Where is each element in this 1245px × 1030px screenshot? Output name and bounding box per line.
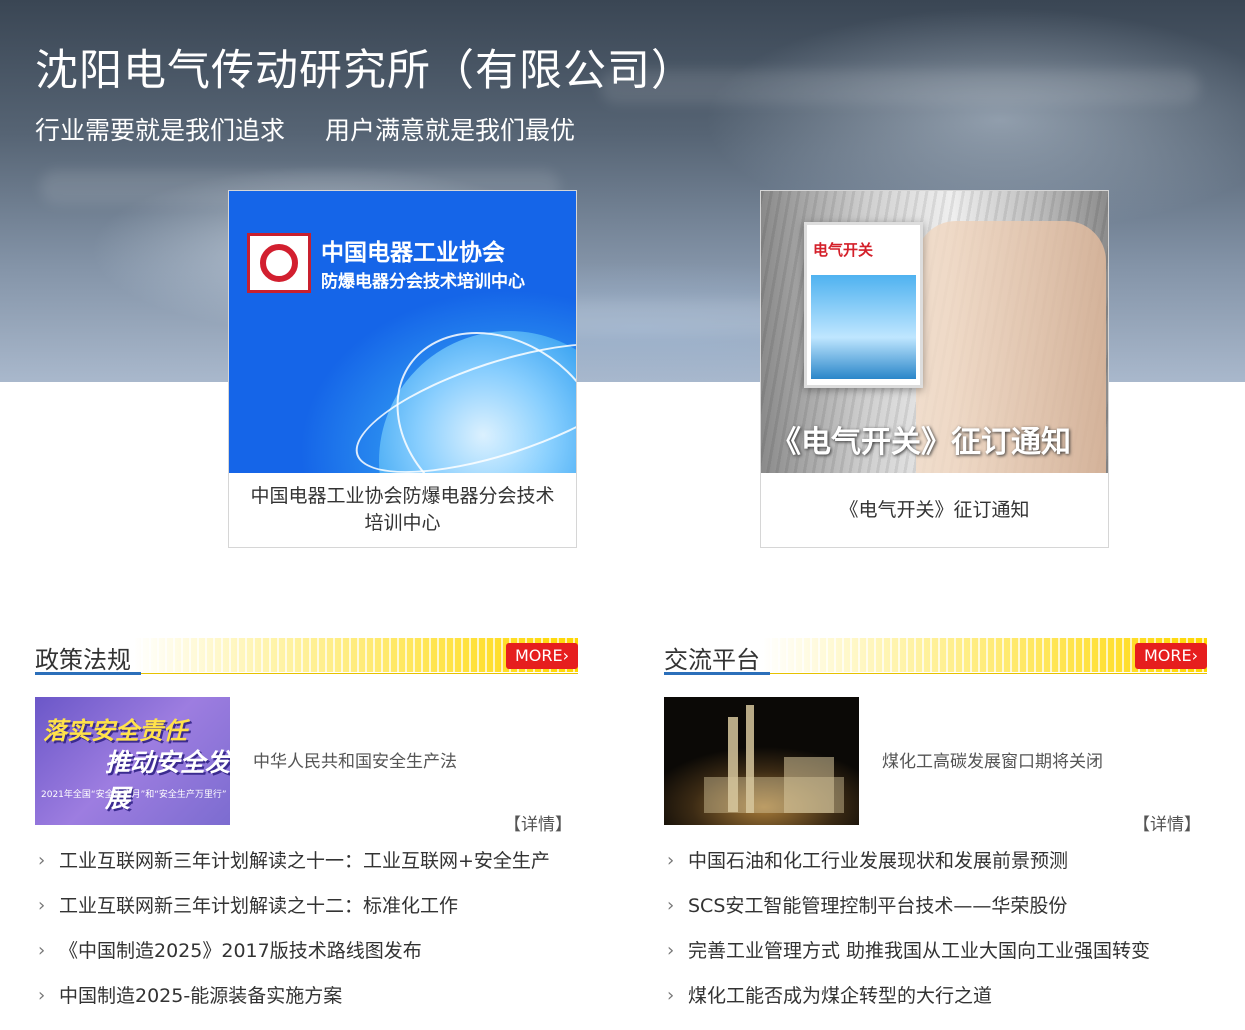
chevron-right-icon: › xyxy=(38,985,46,1006)
site-title: 沈阳电气传动研究所（有限公司） xyxy=(35,46,695,96)
slogan-right: 用户满意就是我们最优 xyxy=(324,116,575,145)
section-header: 政策法规 MORE› xyxy=(35,636,578,676)
image-text-line1: 中国电器工业协会 xyxy=(321,240,505,266)
more-button[interactable]: MORE› xyxy=(1135,643,1207,669)
slogan-left: 行业需要就是我们追求 xyxy=(35,116,286,145)
list-item-title[interactable]: SCS安工智能管理控制平台技术——华荣股份 xyxy=(688,895,1067,917)
image-notice-text: 《电气开关》征订通知 xyxy=(771,425,1071,460)
list-item-title[interactable]: 中国制造2025-能源装备实施方案 xyxy=(59,985,342,1007)
section-header: 交流平台 MORE› xyxy=(664,636,1207,676)
policy-section: 政策法规 MORE› 落实安全责任 推动安全发展 2021年全国“安全生产月”和… xyxy=(35,636,578,1025)
article-list: › 工业互联网新三年计划解读之十一：工业互联网+安全生产 › 工业互联网新三年计划解… xyxy=(35,845,578,1025)
magazine-sky-image xyxy=(811,275,916,379)
section-title: 政策法规 xyxy=(35,646,131,674)
detail-link[interactable]: 【详情】 xyxy=(504,810,572,835)
detail-link[interactable]: 【详情】 xyxy=(1133,810,1201,835)
magazine-title: 电气开关 xyxy=(813,241,874,259)
list-item-title[interactable]: 《中国制造2025》2017版技术路线图发布 xyxy=(59,940,422,962)
card-caption[interactable]: 中国电器工业协会防爆电器分会技术培训中心 xyxy=(229,473,576,547)
plant-structure xyxy=(784,757,834,813)
magazine-cover: 电气开关 xyxy=(804,222,923,388)
subscription-notice-card[interactable]: 电气开关 《电气开关》征订通知 《电气开关》征订通知 xyxy=(760,190,1109,548)
featured-article[interactable]: 落实安全责任 推动安全发展 2021年全国“安全生产月”和“安全生产万里行” 中… xyxy=(35,697,578,835)
list-item-title[interactable]: 完善工业管理方式 助推我国从工业大国向工业强国转变 xyxy=(688,940,1150,962)
thumb-text-2: 推动安全发展 xyxy=(105,748,230,813)
section-divider xyxy=(141,673,578,674)
list-item[interactable]: › 工业互联网新三年计划解读之十一：工业互联网+安全生产 xyxy=(35,845,578,890)
list-item[interactable]: › 中国制造2025-能源装备实施方案 xyxy=(35,980,578,1025)
list-item-title[interactable]: 工业互联网新三年计划解读之十一：工业互联网+安全生产 xyxy=(59,850,550,872)
training-center-image[interactable]: 中国电器工业协会 防爆电器分会技术培训中心 xyxy=(229,191,576,473)
section-title: 交流平台 xyxy=(664,646,760,674)
list-item-title[interactable]: 中国石油和化工行业发展现状和发展前景预测 xyxy=(688,850,1068,872)
chevron-right-icon: › xyxy=(667,850,675,871)
chevron-right-icon: › xyxy=(38,895,46,916)
featured-article[interactable]: 煤化工高碳发展窗口期将关闭 【详情】 xyxy=(664,697,1207,835)
section-divider xyxy=(770,673,1207,674)
subscription-notice-image[interactable]: 电气开关 《电气开关》征订通知 xyxy=(761,191,1108,473)
list-item-title[interactable]: 煤化工能否成为煤企转型的大行之道 xyxy=(688,985,992,1007)
chevron-right-icon: › xyxy=(667,940,675,961)
list-item[interactable]: › SCS安工智能管理控制平台技术——华荣股份 xyxy=(664,890,1207,935)
image-text-line2: 防爆电器分会技术培训中心 xyxy=(321,272,525,292)
card-caption[interactable]: 《电气开关》征订通知 xyxy=(761,473,1108,547)
article-list: › 中国石油和化工行业发展现状和发展前景预测 › SCS安工智能管理控制平台技术——… xyxy=(664,845,1207,1025)
section-title-underline xyxy=(35,672,141,675)
exchange-section: 交流平台 MORE› 煤化工高碳发展窗口期将关闭 【详情】 › 中国石油和化工行业… xyxy=(664,636,1207,1025)
list-item[interactable]: › 完善工业管理方式 助推我国从工业大国向工业强国转变 xyxy=(664,935,1207,980)
thumb-text-3: 2021年全国“安全生产月”和“安全生产万里行” xyxy=(41,790,227,800)
chevron-right-icon: › xyxy=(667,895,675,916)
chevron-right-icon: › xyxy=(38,850,46,871)
site-slogan: 行业需要就是我们追求 用户满意就是我们最优 xyxy=(35,111,607,147)
chevron-right-icon: › xyxy=(38,940,46,961)
training-center-card[interactable]: 中国电器工业协会 防爆电器分会技术培训中心 中国电器工业协会防爆电器分会技术培训… xyxy=(228,190,577,548)
featured-thumbnail[interactable]: 落实安全责任 推动安全发展 2021年全国“安全生产月”和“安全生产万里行” xyxy=(35,697,230,825)
list-item-title[interactable]: 工业互联网新三年计划解读之十二：标准化工作 xyxy=(59,895,458,917)
chevron-right-icon: › xyxy=(667,985,675,1006)
list-item[interactable]: › 工业互联网新三年计划解读之十二：标准化工作 xyxy=(35,890,578,935)
association-logo-icon xyxy=(247,233,311,293)
list-item[interactable]: › 中国石油和化工行业发展现状和发展前景预测 xyxy=(664,845,1207,890)
featured-article-title[interactable]: 中华人民共和国安全生产法 xyxy=(253,747,457,772)
thumb-text-1: 落实安全责任 xyxy=(43,717,187,745)
more-button[interactable]: MORE› xyxy=(506,643,578,669)
section-title-underline xyxy=(664,672,770,675)
list-item[interactable]: › 煤化工能否成为煤企转型的大行之道 xyxy=(664,980,1207,1025)
featured-article-title[interactable]: 煤化工高碳发展窗口期将关闭 xyxy=(882,747,1103,772)
list-item[interactable]: › 《中国制造2025》2017版技术路线图发布 xyxy=(35,935,578,980)
featured-thumbnail[interactable] xyxy=(664,697,859,825)
